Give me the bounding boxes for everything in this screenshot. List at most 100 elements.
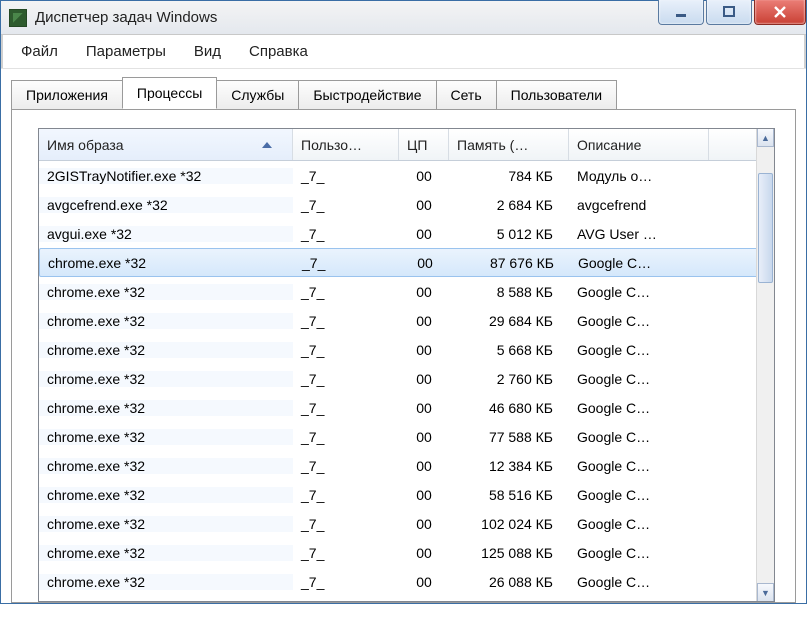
table-row[interactable]: chrome.exe *32_7_002 760 КБGoogle C… — [39, 364, 774, 393]
window-title: Диспетчер задач Windows — [35, 9, 217, 26]
table-row[interactable]: chrome.exe *32_7_0058 516 КБGoogle C… — [39, 480, 774, 509]
cell-cpu: 00 — [399, 226, 449, 242]
cell-cpu: 00 — [399, 400, 449, 416]
menubar: Файл Параметры Вид Справка — [1, 35, 806, 69]
cell-cpu: 00 — [399, 545, 449, 561]
cell-user: _7_ — [293, 429, 399, 445]
tab-performance[interactable]: Быстродействие — [298, 80, 436, 110]
cell-image-name: avgcefrend.exe *32 — [39, 197, 293, 213]
table-row[interactable]: chrome.exe *32_7_00102 024 КБGoogle C… — [39, 509, 774, 538]
column-image-name[interactable]: Имя образа — [39, 129, 293, 160]
column-memory[interactable]: Память (… — [449, 129, 569, 160]
cell-image-name: chrome.exe *32 — [39, 487, 293, 503]
table-row[interactable]: chrome.exe *32_7_0046 680 КБGoogle C… — [39, 393, 774, 422]
tab-processes[interactable]: Процессы — [122, 77, 217, 109]
cell-user: _7_ — [293, 284, 399, 300]
cell-description: Google C… — [569, 429, 709, 445]
menu-options[interactable]: Параметры — [72, 39, 180, 64]
cell-user: _7_ — [293, 313, 399, 329]
cell-description: Google C… — [569, 458, 709, 474]
cell-user: _7_ — [293, 168, 399, 184]
cell-image-name: chrome.exe *32 — [40, 255, 294, 271]
tab-networking[interactable]: Сеть — [436, 80, 497, 110]
cell-description: Google C… — [569, 342, 709, 358]
column-cpu[interactable]: ЦП — [399, 129, 449, 160]
cell-cpu: 00 — [399, 487, 449, 503]
cell-description: Google C… — [569, 371, 709, 387]
cell-cpu: 00 — [399, 516, 449, 532]
cell-memory: 46 680 КБ — [449, 400, 569, 416]
cell-memory: 8 588 КБ — [449, 284, 569, 300]
menu-help[interactable]: Справка — [235, 39, 322, 64]
scroll-down-button[interactable]: ▼ — [757, 583, 774, 601]
tab-applications[interactable]: Приложения — [11, 80, 123, 110]
cell-image-name: chrome.exe *32 — [39, 429, 293, 445]
table-row[interactable]: chrome.exe *32_7_0087 676 КБGoogle C… — [39, 248, 774, 277]
cell-memory: 58 516 КБ — [449, 487, 569, 503]
table-row[interactable]: chrome.exe *32_7_0012 384 КБGoogle C… — [39, 451, 774, 480]
cell-memory: 77 588 КБ — [449, 429, 569, 445]
task-manager-window: Диспетчер задач Windows Файл Параметры В… — [0, 0, 807, 604]
column-label: Имя образа — [47, 137, 124, 153]
table-row[interactable]: chrome.exe *32_7_005 668 КБGoogle C… — [39, 335, 774, 364]
close-icon — [772, 6, 788, 18]
table-row[interactable]: chrome.exe *32_7_008 588 КБGoogle C… — [39, 277, 774, 306]
cell-user: _7_ — [293, 574, 399, 590]
cell-cpu: 00 — [399, 429, 449, 445]
cell-user: _7_ — [293, 400, 399, 416]
cell-memory: 12 384 КБ — [449, 458, 569, 474]
cell-user: _7_ — [294, 255, 400, 271]
tab-users[interactable]: Пользователи — [496, 80, 617, 110]
table-row[interactable]: chrome.exe *32_7_0029 684 КБGoogle C… — [39, 306, 774, 335]
cell-image-name: chrome.exe *32 — [39, 284, 293, 300]
cell-memory: 2 684 КБ — [449, 197, 569, 213]
menu-file[interactable]: Файл — [7, 39, 72, 64]
cell-cpu: 00 — [399, 197, 449, 213]
table-row[interactable]: chrome.exe *32_7_00125 088 КБGoogle C… — [39, 538, 774, 567]
column-user[interactable]: Пользо… — [293, 129, 399, 160]
cell-description: Модуль о… — [569, 168, 709, 184]
cell-description: avgcefrend — [569, 197, 709, 213]
maximize-button[interactable] — [706, 0, 752, 25]
cell-cpu: 00 — [399, 458, 449, 474]
cell-user: _7_ — [293, 545, 399, 561]
cell-image-name: chrome.exe *32 — [39, 400, 293, 416]
titlebar[interactable]: Диспетчер задач Windows — [1, 1, 806, 35]
menu-view[interactable]: Вид — [180, 39, 235, 64]
cell-description: Google C… — [569, 400, 709, 416]
cell-memory: 784 КБ — [449, 168, 569, 184]
app-icon — [9, 9, 27, 27]
cell-image-name: chrome.exe *32 — [39, 545, 293, 561]
table-row[interactable]: avgui.exe *32_7_005 012 КБAVG User … — [39, 219, 774, 248]
scroll-up-button[interactable]: ▲ — [757, 129, 774, 147]
cell-cpu: 00 — [400, 255, 450, 271]
scroll-thumb[interactable] — [758, 173, 773, 283]
tab-strip: Приложения Процессы Службы Быстродействи… — [11, 77, 796, 109]
list-body: 2GISTrayNotifier.exe *32_7_00784 КБМодул… — [39, 161, 774, 601]
tab-services[interactable]: Службы — [216, 80, 299, 110]
cell-memory: 5 012 КБ — [449, 226, 569, 242]
cell-memory: 87 676 КБ — [450, 255, 570, 271]
table-row[interactable]: avgcefrend.exe *32_7_002 684 КБavgcefren… — [39, 190, 774, 219]
cell-image-name: chrome.exe *32 — [39, 516, 293, 532]
window-controls — [656, 0, 806, 25]
column-description[interactable]: Описание — [569, 129, 709, 160]
minimize-button[interactable] — [658, 0, 704, 25]
close-button[interactable] — [754, 0, 806, 25]
cell-memory: 2 760 КБ — [449, 371, 569, 387]
cell-image-name: avgui.exe *32 — [39, 226, 293, 242]
cell-cpu: 00 — [399, 371, 449, 387]
maximize-icon — [722, 6, 736, 18]
cell-user: _7_ — [293, 516, 399, 532]
cell-image-name: chrome.exe *32 — [39, 342, 293, 358]
table-row[interactable]: chrome.exe *32_7_0026 088 КБGoogle C… — [39, 567, 774, 596]
cell-cpu: 00 — [399, 342, 449, 358]
cell-memory: 29 684 КБ — [449, 313, 569, 329]
table-row[interactable]: chrome.exe *32_7_0077 588 КБGoogle C… — [39, 422, 774, 451]
cell-user: _7_ — [293, 458, 399, 474]
cell-user: _7_ — [293, 342, 399, 358]
cell-description: Google C… — [569, 545, 709, 561]
vertical-scrollbar[interactable]: ▲ ▼ — [756, 129, 774, 601]
table-row[interactable]: 2GISTrayNotifier.exe *32_7_00784 КБМодул… — [39, 161, 774, 190]
client-area: Приложения Процессы Службы Быстродействи… — [1, 69, 806, 603]
